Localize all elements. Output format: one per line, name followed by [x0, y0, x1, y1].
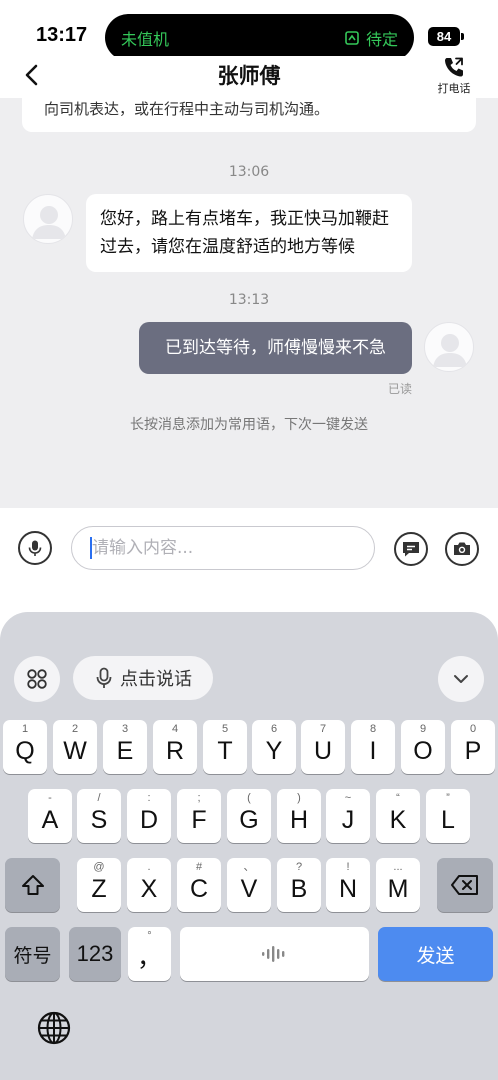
key-z[interactable]: @ Z — [77, 858, 121, 912]
shift-key[interactable] — [5, 858, 60, 912]
chat-bubble-icon — [403, 542, 419, 557]
user-avatar-icon — [32, 206, 66, 239]
backspace-icon — [451, 875, 478, 895]
island-status-right: 待定 — [344, 26, 398, 50]
space-key[interactable] — [180, 927, 369, 981]
key-j[interactable]: ~ J — [326, 789, 370, 843]
boarding-icon — [345, 31, 359, 45]
quick-phrases-button[interactable] — [394, 532, 428, 566]
key-y[interactable]: 6Y — [252, 720, 296, 774]
punctuation-key[interactable]: °， — [128, 927, 171, 981]
microphone-icon — [28, 540, 42, 556]
island-status-left: 未值机 — [121, 30, 170, 49]
sound-wave-icon — [261, 946, 284, 962]
battery-indicator: 84 — [428, 27, 464, 46]
call-button[interactable]: 打电话 — [434, 54, 474, 96]
incoming-message[interactable]: 您好，路上有点堵车，我正快马加鞭赶过去，请您在温度舒适的地方等候 — [86, 194, 412, 272]
keyboard: 点击说话 1Q 2W 3E 4R 5T 6Y 7U 8I 9O 0P -A / S… — [0, 612, 498, 1080]
key-x[interactable]: .X — [127, 858, 171, 912]
key-b[interactable]: ? B — [277, 858, 321, 912]
chevron-down-icon — [454, 675, 468, 683]
camera-icon — [454, 542, 470, 555]
status-bar: 13:17 未值机 待定 84 — [0, 0, 498, 61]
key-w[interactable]: 2W — [53, 720, 97, 774]
key-k[interactable]: “K — [376, 789, 420, 843]
user-avatar-icon — [433, 334, 467, 367]
phone-icon — [445, 57, 463, 77]
tap-to-speak-button[interactable]: 点击说话 — [73, 656, 213, 700]
key-l[interactable]: ” L — [426, 789, 470, 843]
chat-header: 张师傅 打电话 — [0, 56, 498, 98]
timestamp: 13:06 — [228, 164, 270, 180]
my-avatar[interactable] — [424, 322, 474, 372]
key-u[interactable]: 7U — [301, 720, 345, 774]
voice-input-button[interactable] — [18, 531, 52, 565]
key-m[interactable]: ... M — [376, 858, 420, 912]
key-e[interactable]: 3E — [103, 720, 147, 774]
key-r[interactable]: 4R — [153, 720, 197, 774]
microphone-icon — [96, 667, 112, 688]
key-c[interactable]: # C — [177, 858, 221, 912]
input-bar — [0, 508, 498, 618]
key-v[interactable]: 、 V — [227, 858, 271, 912]
key-s[interactable]: / S — [77, 789, 121, 843]
system-tip-card: 向司机表达，或在行程中主动与司机沟通。 — [22, 98, 476, 132]
globe-icon[interactable] — [34, 1008, 74, 1048]
key-t[interactable]: 5T — [203, 720, 247, 774]
dynamic-island[interactable]: 未值机 待定 — [105, 14, 414, 61]
island-status-text: 待定 — [365, 30, 398, 49]
system-tip-text: 向司机表达，或在行程中主动与司机沟通。 — [44, 100, 330, 118]
text-cursor — [90, 537, 92, 559]
key-f[interactable]: ; F — [177, 789, 221, 843]
timestamp: 13:13 — [228, 292, 270, 308]
key-g[interactable]: (G — [227, 789, 271, 843]
key-a[interactable]: -A — [28, 789, 72, 843]
quick-reply-hint: 长按消息添加为常用语，下次一键发送 — [130, 417, 368, 433]
key-o[interactable]: 9O — [401, 720, 445, 774]
key-q[interactable]: 1Q — [3, 720, 47, 774]
page-title: 张师傅 — [217, 64, 281, 88]
shift-arrow-icon — [21, 875, 44, 895]
backspace-key[interactable] — [437, 858, 493, 912]
symbols-key[interactable]: 符号 — [5, 927, 60, 981]
numbers-key[interactable]: 123 — [69, 927, 121, 981]
send-key[interactable]: 发送 — [378, 927, 493, 981]
key-p[interactable]: 0P — [451, 720, 495, 774]
key-i[interactable]: 8I — [351, 720, 395, 774]
outgoing-message[interactable]: 已到达等待，师傅慢慢来不急 — [139, 322, 412, 374]
tap-to-speak-label: 点击说话 — [120, 669, 192, 690]
read-status: 已读 — [387, 382, 412, 396]
camera-button[interactable] — [445, 532, 479, 566]
keyboard-menu-button[interactable] — [14, 656, 60, 702]
key-h[interactable]: ) H — [277, 789, 321, 843]
grid-icon — [27, 669, 47, 689]
driver-avatar[interactable] — [23, 194, 73, 244]
key-d[interactable]: :D — [127, 789, 171, 843]
chat-area[interactable]: 向司机表达，或在行程中主动与司机沟通。 13:06 您好，路上有点堵车，我正快马… — [0, 98, 498, 508]
message-input[interactable] — [71, 526, 375, 570]
collapse-keyboard-button[interactable] — [438, 656, 484, 702]
key-n[interactable]: ! N — [326, 858, 370, 912]
call-label: 打电话 — [437, 82, 471, 95]
status-time: 13:17 — [36, 24, 88, 46]
